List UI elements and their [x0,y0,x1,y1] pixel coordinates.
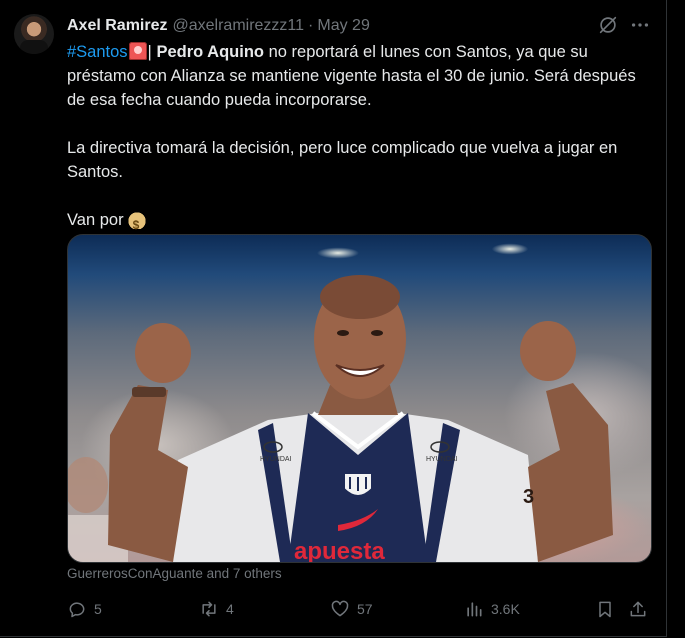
media-tagged-users[interactable]: GuerrerosConAguante and 7 others [67,566,282,581]
views-icon [467,602,482,617]
jersey-sponsor: apuesta [294,538,385,562]
views-button[interactable]: 3.6K [464,596,520,622]
pipe-char: | [147,43,152,61]
money-bag-emoji [126,209,147,237]
share-button[interactable] [628,596,655,622]
grok-icon[interactable] [597,14,619,36]
paragraph-1: #Santos | Pedro Aquino no reportará el lu… [67,40,652,112]
jersey-brand-left: HYUNDAI [260,456,292,463]
player-photo: apuesta HYUNDAI HYUNDAI 3 [68,275,613,562]
player-name: Pedro Aquino [156,43,264,61]
arm-tattoo-number: 3 [523,486,534,508]
hashtag-link[interactable]: #Santos [67,43,128,61]
share-icon [630,601,646,617]
tweet-actions: 5 4 57 3.6K [67,596,657,622]
paragraph-3: Van por [67,208,652,237]
author-name[interactable]: Axel Ramirez [67,17,168,35]
tweet-media-photo[interactable]: apuesta HYUNDAI HYUNDAI 3 [67,234,652,563]
tweet-header: Axel Ramirez @axelramirezzz11 · May 29 [67,15,370,37]
text-line-1: no reportará el lunes con Santos, ya que… [67,43,636,109]
author-handle[interactable]: @axelramirezzz11 [173,17,305,35]
reply-button[interactable]: 5 [67,596,102,622]
header-separator: · [308,17,314,34]
views-count: 3.6K [491,601,520,617]
heart-icon [331,600,349,617]
tweet-text: #Santos | Pedro Aquino no reportará el lu… [67,40,652,237]
like-button[interactable]: 57 [330,596,373,622]
retweet-icon [202,601,216,617]
like-count: 57 [357,601,373,617]
reply-count: 5 [94,601,102,617]
paragraph-3-text: Van por [67,211,124,229]
jersey-brand-right: HYUNDAI [426,456,458,463]
tweet-date[interactable]: May 29 [317,17,369,35]
more-icon[interactable] [629,14,651,36]
reply-icon [69,602,85,618]
retweet-count: 4 [226,601,234,617]
avatar[interactable] [14,14,54,54]
bookmark-button[interactable] [595,596,622,622]
bookmark-icon [599,601,611,618]
paragraph-2: La directiva tomará la decisión, pero lu… [67,139,618,181]
rotating-light-emoji [128,42,147,60]
retweet-button[interactable]: 4 [199,596,234,622]
